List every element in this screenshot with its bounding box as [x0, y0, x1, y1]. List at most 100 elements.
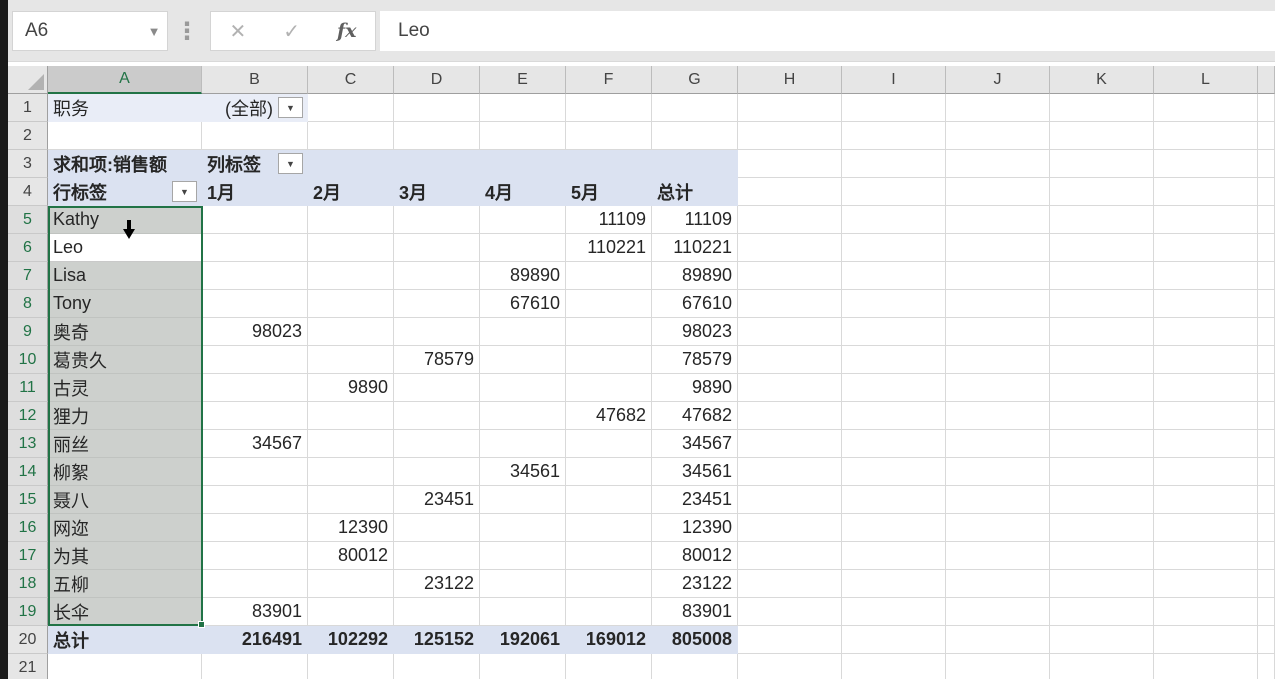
- cell-L7[interactable]: [1154, 262, 1258, 290]
- cell-H20[interactable]: [738, 626, 842, 654]
- row-header-15[interactable]: 15: [8, 486, 48, 514]
- cell-clipped12[interactable]: [1258, 402, 1275, 430]
- cell-E12[interactable]: [480, 402, 566, 430]
- cell-E8[interactable]: 67610: [480, 290, 566, 318]
- cell-K11[interactable]: [1050, 374, 1154, 402]
- cell-E5[interactable]: [480, 206, 566, 234]
- cell-E21[interactable]: [480, 654, 566, 679]
- column-header-I[interactable]: I: [842, 66, 946, 94]
- cell-K21[interactable]: [1050, 654, 1154, 679]
- cell-J18[interactable]: [946, 570, 1050, 598]
- cell-I15[interactable]: [842, 486, 946, 514]
- cell-J3[interactable]: [946, 150, 1050, 178]
- cell-C11[interactable]: 9890: [308, 374, 394, 402]
- cell-C8[interactable]: [308, 290, 394, 318]
- row-header-10[interactable]: 10: [8, 346, 48, 374]
- column-header-clipped[interactable]: [1258, 66, 1275, 94]
- cell-A2[interactable]: [48, 122, 202, 150]
- cell-L4[interactable]: [1154, 178, 1258, 206]
- cell-I14[interactable]: [842, 458, 946, 486]
- column-header-K[interactable]: K: [1050, 66, 1154, 94]
- cell-A1[interactable]: 职务: [48, 94, 202, 122]
- cell-D19[interactable]: [394, 598, 480, 626]
- cell-F4[interactable]: 5月: [566, 178, 652, 206]
- cell-H2[interactable]: [738, 122, 842, 150]
- cell-clipped6[interactable]: [1258, 234, 1275, 262]
- cell-clipped15[interactable]: [1258, 486, 1275, 514]
- cell-G5[interactable]: 11109: [652, 206, 738, 234]
- cell-H12[interactable]: [738, 402, 842, 430]
- cell-E19[interactable]: [480, 598, 566, 626]
- cell-F19[interactable]: [566, 598, 652, 626]
- cell-A14[interactable]: 柳絮: [48, 458, 202, 486]
- cell-G4[interactable]: 总计: [652, 178, 738, 206]
- cell-G2[interactable]: [652, 122, 738, 150]
- cell-L11[interactable]: [1154, 374, 1258, 402]
- cell-C3[interactable]: [308, 150, 394, 178]
- cell-H16[interactable]: [738, 514, 842, 542]
- cell-C17[interactable]: 80012: [308, 542, 394, 570]
- cell-E13[interactable]: [480, 430, 566, 458]
- cell-G9[interactable]: 98023: [652, 318, 738, 346]
- cell-D3[interactable]: [394, 150, 480, 178]
- row-header-6[interactable]: 6: [8, 234, 48, 262]
- cell-H21[interactable]: [738, 654, 842, 679]
- cell-clipped17[interactable]: [1258, 542, 1275, 570]
- cell-clipped20[interactable]: [1258, 626, 1275, 654]
- cell-B21[interactable]: [202, 654, 308, 679]
- cell-F2[interactable]: [566, 122, 652, 150]
- cell-K4[interactable]: [1050, 178, 1154, 206]
- cell-L19[interactable]: [1154, 598, 1258, 626]
- cell-K15[interactable]: [1050, 486, 1154, 514]
- cell-F20[interactable]: 169012: [566, 626, 652, 654]
- cell-A19[interactable]: 长伞: [48, 598, 202, 626]
- cell-clipped8[interactable]: [1258, 290, 1275, 318]
- cell-F6[interactable]: 110221: [566, 234, 652, 262]
- cell-G1[interactable]: [652, 94, 738, 122]
- cell-E7[interactable]: 89890: [480, 262, 566, 290]
- cell-I6[interactable]: [842, 234, 946, 262]
- cell-B10[interactable]: [202, 346, 308, 374]
- cell-clipped21[interactable]: [1258, 654, 1275, 679]
- cell-A18[interactable]: 五柳: [48, 570, 202, 598]
- cell-I5[interactable]: [842, 206, 946, 234]
- cell-clipped4[interactable]: [1258, 178, 1275, 206]
- cell-E14[interactable]: 34561: [480, 458, 566, 486]
- cell-K10[interactable]: [1050, 346, 1154, 374]
- cell-B9[interactable]: 98023: [202, 318, 308, 346]
- cell-F17[interactable]: [566, 542, 652, 570]
- cell-J19[interactable]: [946, 598, 1050, 626]
- cell-G6[interactable]: 110221: [652, 234, 738, 262]
- column-header-A[interactable]: A: [48, 66, 202, 94]
- cell-G17[interactable]: 80012: [652, 542, 738, 570]
- cell-B12[interactable]: [202, 402, 308, 430]
- row-header-17[interactable]: 17: [8, 542, 48, 570]
- cell-H4[interactable]: [738, 178, 842, 206]
- cell-J12[interactable]: [946, 402, 1050, 430]
- name-box-dropdown-icon[interactable]: ▼: [141, 24, 167, 39]
- cell-A11[interactable]: 古灵: [48, 374, 202, 402]
- cell-L20[interactable]: [1154, 626, 1258, 654]
- cell-J10[interactable]: [946, 346, 1050, 374]
- cell-F8[interactable]: [566, 290, 652, 318]
- cell-I11[interactable]: [842, 374, 946, 402]
- row-header-21[interactable]: 21: [8, 654, 48, 679]
- cell-H8[interactable]: [738, 290, 842, 318]
- cell-H1[interactable]: [738, 94, 842, 122]
- cell-C15[interactable]: [308, 486, 394, 514]
- cell-D11[interactable]: [394, 374, 480, 402]
- cell-A16[interactable]: 网迩: [48, 514, 202, 542]
- row-header-19[interactable]: 19: [8, 598, 48, 626]
- row-header-4[interactable]: 4: [8, 178, 48, 206]
- cell-D18[interactable]: 23122: [394, 570, 480, 598]
- row-header-2[interactable]: 2: [8, 122, 48, 150]
- cell-G14[interactable]: 34561: [652, 458, 738, 486]
- cell-D9[interactable]: [394, 318, 480, 346]
- cell-B7[interactable]: [202, 262, 308, 290]
- enter-icon[interactable]: ✓: [283, 19, 300, 44]
- row-header-3[interactable]: 3: [8, 150, 48, 178]
- row-labels-dropdown-button[interactable]: ▼: [172, 181, 197, 202]
- cell-D14[interactable]: [394, 458, 480, 486]
- cell-L17[interactable]: [1154, 542, 1258, 570]
- cell-D2[interactable]: [394, 122, 480, 150]
